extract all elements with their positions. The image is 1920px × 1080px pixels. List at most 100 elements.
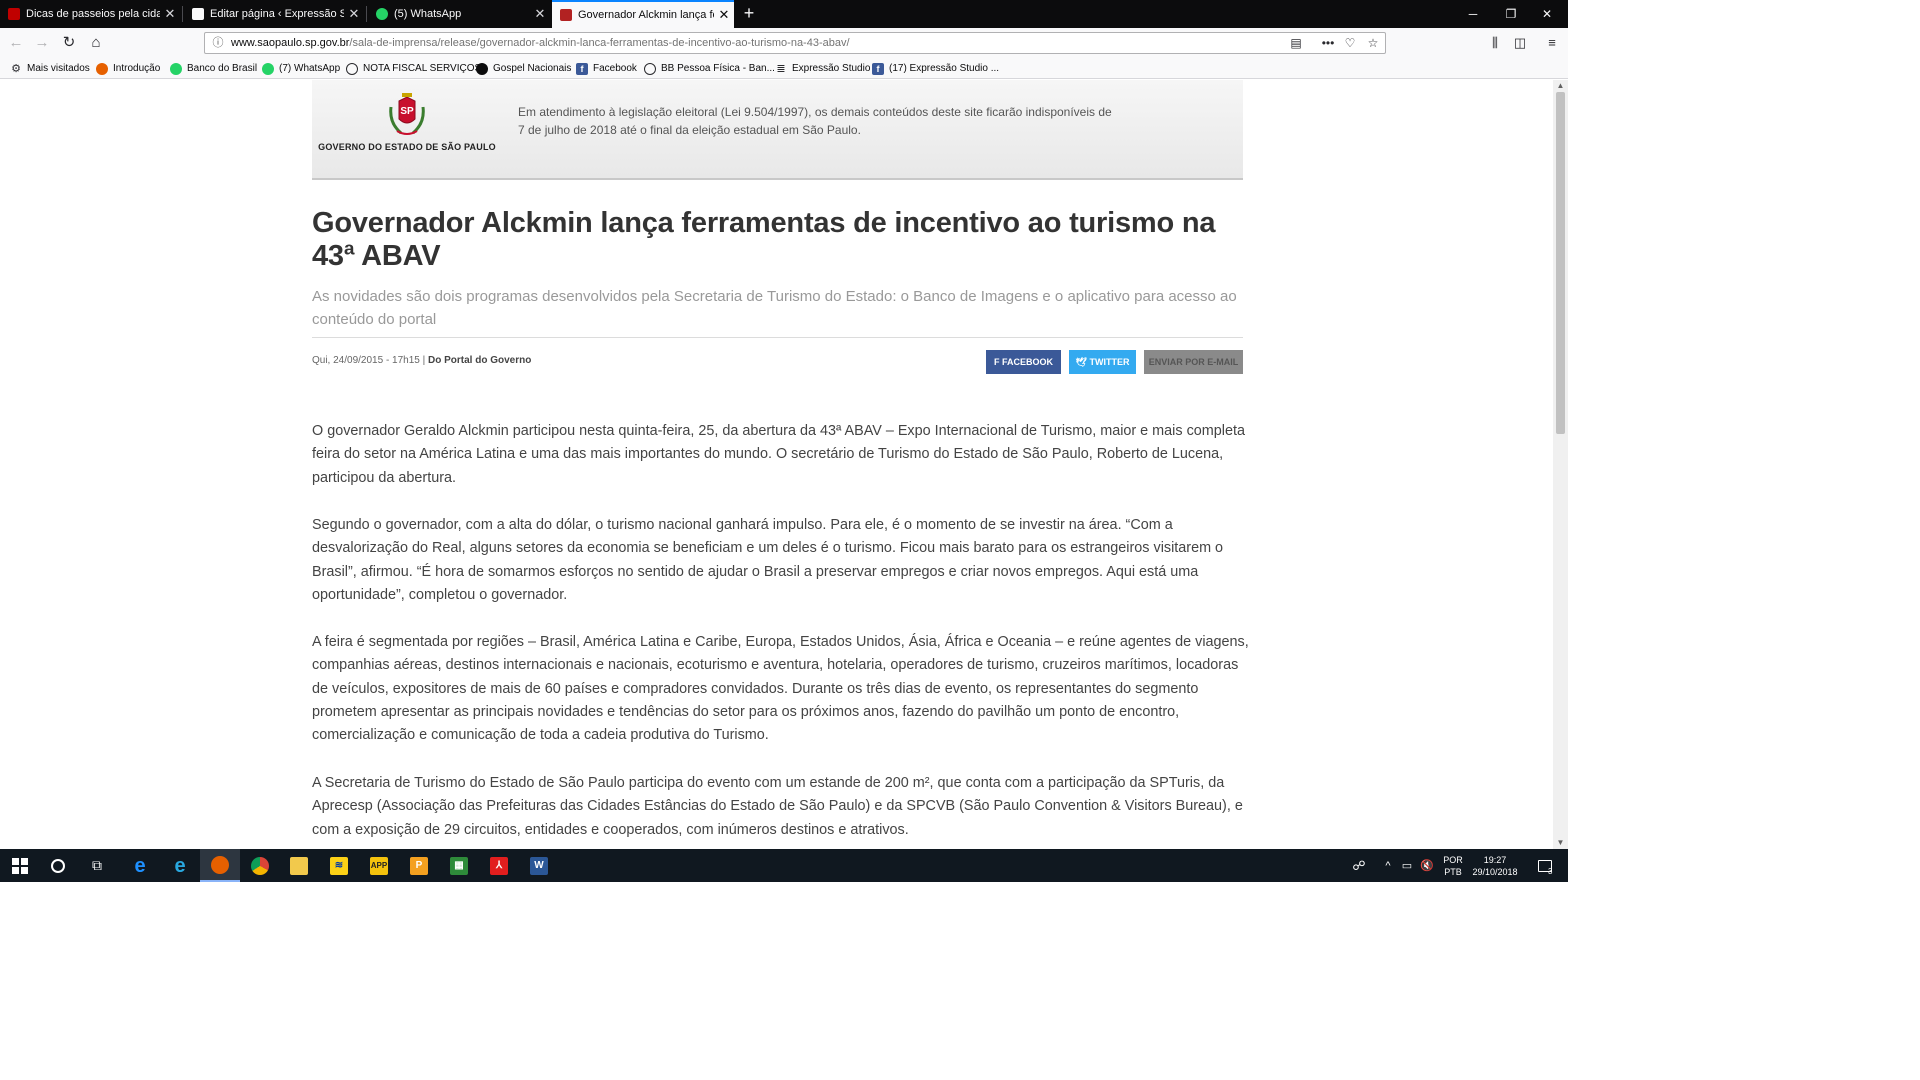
ie-icon[interactable]: e [160, 849, 200, 882]
windows-taskbar: ⧉ e e ≋ APP P ▦ ⅄ W ☍ ^ ▭ 🔇 POR PTB 19:2… [0, 849, 1568, 882]
plus-icon[interactable]: + [738, 2, 760, 24]
close-tab-icon[interactable]: ✕ [344, 6, 364, 22]
bookmark-item[interactable]: f Facebook [576, 61, 637, 76]
people-icon[interactable]: ☍ [1348, 849, 1370, 882]
share-email-button[interactable]: Enviar por e-mail [1144, 350, 1243, 374]
bookmark-star-icon[interactable]: ☆ [1364, 34, 1382, 52]
bookmark-label: Banco do Brasil [187, 63, 258, 74]
notification-count: 3 [1548, 867, 1553, 876]
close-tab-icon[interactable]: ✕ [160, 6, 180, 22]
bookmark-label: Mais visitados [27, 63, 90, 74]
bookmark-item[interactable]: Introdução [96, 61, 160, 76]
minimize-icon[interactable]: ─ [1452, 0, 1494, 28]
app-icon[interactable]: APP [359, 849, 399, 882]
facebook-icon: f [576, 62, 588, 75]
tab-title: Editar página ‹ Expressão Studio — [210, 8, 344, 20]
gov-logo[interactable]: SP GOVERNO DO ESTADO DE SÃO PAULO [312, 90, 502, 170]
scrollbar-thumb[interactable] [1556, 92, 1565, 434]
tab-whatsapp[interactable]: (5) WhatsApp ✕ [368, 0, 550, 28]
chrome-icon[interactable] [240, 849, 280, 882]
clock[interactable]: 19:27 29/10/2018 [1466, 849, 1524, 882]
notification-center-icon[interactable]: 3 [1530, 849, 1560, 882]
close-tab-icon[interactable]: ✕ [530, 6, 550, 22]
scroll-up-icon[interactable]: ▲ [1553, 80, 1568, 92]
menu-icon[interactable]: ≡ [1542, 33, 1562, 53]
bookmark-item[interactable]: ≣ Expressão Studio [775, 61, 870, 76]
gov-header: SP GOVERNO DO ESTADO DE SÃO PAULO Em ate… [312, 80, 1243, 180]
bookmark-item[interactable]: NOTA FISCAL SERVIÇOS [346, 61, 481, 76]
bookmark-item[interactable]: f (17) Expressão Studio ... [872, 61, 999, 76]
bookmark-item[interactable]: BB Pessoa Física - Ban... [644, 61, 775, 76]
windows-logo-icon [12, 857, 28, 874]
reload-icon[interactable]: ↻ [58, 32, 80, 54]
acrobat-icon[interactable]: ⅄ [479, 849, 519, 882]
network-icon[interactable]: ▭ [1398, 849, 1416, 882]
language-indicator[interactable]: POR PTB [1440, 849, 1466, 882]
task-view-icon[interactable]: ⧉ [77, 849, 117, 882]
volume-muted-icon[interactable]: 🔇 [1418, 849, 1436, 882]
tab-dicas[interactable]: Dicas de passeios pela cidade e ✕ [0, 0, 180, 28]
edge-icon[interactable]: e [120, 849, 160, 882]
share-facebook-label: Facebook [1001, 357, 1053, 367]
bb-icon[interactable]: ≋ [319, 849, 359, 882]
sidebar-icon[interactable]: ◫ [1510, 33, 1530, 53]
forward-icon[interactable]: → [31, 32, 53, 54]
tab-governador[interactable]: Governador Alckmin lança ferr ✕ [552, 0, 734, 28]
library-icon[interactable]: ⫼ [1485, 33, 1505, 53]
tab-favicon-icon [8, 8, 20, 20]
file-explorer-icon[interactable] [279, 849, 319, 882]
bookmark-item[interactable]: Banco do Brasil [170, 61, 257, 76]
tab-favicon-icon [560, 9, 572, 21]
pocket-icon[interactable]: ♡ [1341, 34, 1359, 52]
url-bar[interactable]: ⓘ www.saopaulo.sp.gov.br/sala-de-imprens… [204, 32, 1386, 54]
tab-editar[interactable]: Editar página ‹ Expressão Studio — ✕ [184, 0, 364, 28]
language-code: POR [1443, 854, 1463, 865]
bookmark-item[interactable]: ⚙ Mais visitados [10, 61, 90, 76]
url-text[interactable]: www.saopaulo.sp.gov.br/sala-de-imprensa/… [231, 33, 850, 53]
info-icon[interactable]: ⓘ [211, 33, 225, 53]
share-twitter-label: Twitter [1089, 357, 1130, 367]
election-notice: Em atendimento à legislação eleitoral (L… [518, 105, 1112, 137]
tab-title: Governador Alckmin lança ferr [578, 9, 714, 21]
page-content: SP GOVERNO DO ESTADO DE SÃO PAULO Em ate… [0, 80, 1553, 849]
gear-icon: ⚙ [11, 62, 21, 75]
bookmark-label: Introdução [113, 63, 161, 74]
firefox-icon [96, 62, 108, 75]
powerpoint-icon[interactable]: P [399, 849, 439, 882]
share-twitter-button[interactable]: 🕊 Twitter [1069, 350, 1136, 374]
reader-view-icon[interactable]: ▤ [1287, 34, 1305, 52]
keyboard-layout: PTB [1444, 866, 1462, 877]
firefox-icon[interactable] [200, 849, 240, 882]
gov-name: GOVERNO DO ESTADO DE SÃO PAULO [318, 142, 496, 152]
globe-icon [644, 62, 656, 75]
divider [312, 337, 1243, 338]
whatsapp-icon [170, 62, 182, 75]
bookmark-item[interactable]: Gospel Nacionais [476, 61, 571, 76]
word-icon[interactable]: W [519, 849, 559, 882]
back-icon[interactable]: ← [5, 32, 27, 54]
scroll-down-icon[interactable]: ▼ [1553, 837, 1568, 849]
disc-icon [476, 62, 488, 75]
close-tab-icon[interactable]: ✕ [714, 7, 734, 23]
facebook-icon: f [993, 357, 1002, 367]
close-window-icon[interactable]: ✕ [1526, 0, 1568, 28]
globe-icon [346, 62, 358, 75]
start-icon[interactable] [0, 849, 40, 882]
chevron-up-icon[interactable]: ^ [1380, 849, 1396, 882]
article-source[interactable]: Do Portal do Governo [428, 355, 531, 366]
page-scrollbar[interactable]: ▲ ▼ [1553, 80, 1568, 849]
page-subtitle: As novidades são dois programas desenvol… [312, 288, 1237, 328]
clock-time: 19:27 [1483, 854, 1507, 865]
home-icon[interactable]: ⌂ [85, 32, 107, 54]
twitter-icon: 🕊 [1075, 357, 1090, 367]
bookmark-label: (17) Expressão Studio ... [889, 63, 1000, 74]
article-paragraph: A Secretaria de Turismo do Estado de São… [312, 775, 1243, 838]
share-facebook-button[interactable]: f Facebook [986, 350, 1061, 374]
bookmarks-toolbar: ⚙ Mais visitados Introdução Banco do Bras… [0, 58, 1568, 79]
article-paragraph: A feira é segmentada por regiões – Brasi… [312, 634, 1249, 744]
bookmark-item[interactable]: (7) WhatsApp [262, 61, 340, 76]
page-actions-icon[interactable]: ••• [1319, 34, 1337, 52]
project-icon[interactable]: ▦ [439, 849, 479, 882]
cortana-icon[interactable] [38, 849, 78, 882]
page-title: Governador Alckmin lança ferramentas de … [312, 207, 1216, 272]
